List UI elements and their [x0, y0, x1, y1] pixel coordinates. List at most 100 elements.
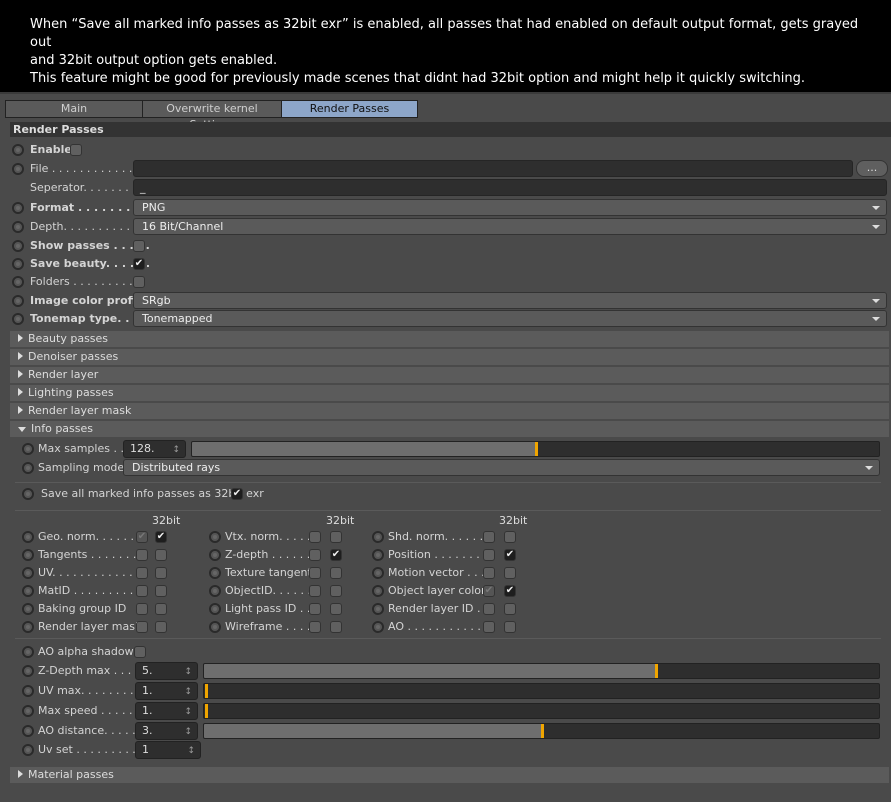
baking-group-id-32bit-checkbox[interactable] — [155, 603, 167, 615]
ao-checkbox[interactable] — [483, 621, 495, 633]
show-passes-checkbox[interactable] — [133, 240, 145, 252]
position-checkbox[interactable] — [483, 549, 495, 561]
group-denoiser-passes[interactable]: Denoiser passes — [10, 349, 889, 365]
save-all-32bit-keyframe-radio[interactable] — [22, 488, 34, 500]
group-beauty-passes[interactable]: Beauty passes — [10, 331, 889, 347]
depth-keyframe-radio[interactable] — [12, 221, 24, 233]
max-samples-slider[interactable] — [191, 441, 880, 457]
zdepth-max-keyframe-radio[interactable] — [22, 665, 34, 677]
render-layer-id-checkbox[interactable] — [483, 603, 495, 615]
file-browse-button[interactable]: ... — [856, 160, 888, 177]
save-all-32bit-checkbox[interactable]: ✔ — [231, 488, 243, 500]
uv-keyframe-radio[interactable] — [22, 567, 34, 579]
enable-keyframe-radio[interactable] — [12, 144, 24, 156]
uv-max-slider[interactable] — [203, 683, 880, 699]
max-speed-slider[interactable] — [203, 703, 880, 719]
shd-norm-checkbox[interactable] — [483, 531, 495, 543]
tangents-32bit-checkbox[interactable] — [155, 549, 167, 561]
slider-handle[interactable] — [205, 684, 208, 698]
object-layer-color-keyframe-radio[interactable] — [372, 585, 384, 597]
vtx-norm-checkbox[interactable] — [309, 531, 321, 543]
wireframe-keyframe-radio[interactable] — [209, 621, 221, 633]
ao-keyframe-radio[interactable] — [372, 621, 384, 633]
wireframe-checkbox[interactable] — [309, 621, 321, 633]
slider-handle[interactable] — [205, 704, 208, 718]
render-layer-mask-keyframe-radio[interactable] — [22, 621, 34, 633]
geo-norm-32bit-checkbox[interactable]: ✔ — [155, 531, 167, 543]
matid-keyframe-radio[interactable] — [22, 585, 34, 597]
render-layer-id-32bit-checkbox[interactable] — [504, 603, 516, 615]
ao-distance-input[interactable]: 3. — [135, 722, 198, 740]
uv-max-input[interactable]: 1. — [135, 682, 198, 700]
uv-max-keyframe-radio[interactable] — [22, 685, 34, 697]
texture-tangent-keyframe-radio[interactable] — [209, 567, 221, 579]
tab-render-passes[interactable]: Render Passes — [281, 100, 418, 118]
zdepth-max-input[interactable]: 5. — [135, 662, 198, 680]
position-32bit-checkbox[interactable]: ✔ — [504, 549, 516, 561]
objectid-keyframe-radio[interactable] — [209, 585, 221, 597]
geo-norm-keyframe-radio[interactable] — [22, 531, 34, 543]
folders-keyframe-radio[interactable] — [12, 276, 24, 288]
motion-vector-32bit-checkbox[interactable] — [504, 567, 516, 579]
motion-vector-checkbox[interactable] — [483, 567, 495, 579]
enable-checkbox[interactable] — [70, 144, 82, 156]
max-samples-keyframe-radio[interactable] — [22, 443, 34, 455]
zdepth-max-slider[interactable] — [203, 663, 880, 679]
save-beauty-keyframe-radio[interactable] — [12, 258, 24, 270]
baking-group-id-keyframe-radio[interactable] — [22, 603, 34, 615]
object-layer-color-32bit-checkbox[interactable]: ✔ — [504, 585, 516, 597]
ao-distance-keyframe-radio[interactable] — [22, 725, 34, 737]
ao-32bit-checkbox[interactable] — [504, 621, 516, 633]
shd-norm-32bit-checkbox[interactable] — [504, 531, 516, 543]
folders-checkbox[interactable] — [133, 276, 145, 288]
z-depth-checkbox[interactable] — [309, 549, 321, 561]
image-color-profile-keyframe-radio[interactable] — [12, 295, 24, 307]
group-lighting-passes[interactable]: Lighting passes — [10, 385, 889, 401]
light-pass-id-32bit-checkbox[interactable] — [330, 603, 342, 615]
group-render-layer-mask[interactable]: Render layer mask — [10, 403, 889, 419]
ao-alpha-shadow-checkbox[interactable] — [134, 646, 146, 658]
image-color-profile-dropdown[interactable]: SRgb — [133, 292, 887, 309]
tonemap-type-dropdown[interactable]: Tonemapped — [133, 310, 887, 327]
slider-handle[interactable] — [540, 724, 544, 738]
ao-distance-slider[interactable] — [203, 723, 880, 739]
uv-32bit-checkbox[interactable] — [155, 567, 167, 579]
file-input[interactable] — [133, 160, 853, 177]
matid-32bit-checkbox[interactable] — [155, 585, 167, 597]
matid-checkbox[interactable] — [136, 585, 148, 597]
objectid-32bit-checkbox[interactable] — [330, 585, 342, 597]
file-keyframe-radio[interactable] — [12, 163, 24, 175]
motion-vector-keyframe-radio[interactable] — [372, 567, 384, 579]
shd-norm-keyframe-radio[interactable] — [372, 531, 384, 543]
vtx-norm-32bit-checkbox[interactable] — [330, 531, 342, 543]
light-pass-id-checkbox[interactable] — [309, 603, 321, 615]
z-depth-keyframe-radio[interactable] — [209, 549, 221, 561]
tangents-checkbox[interactable] — [136, 549, 148, 561]
tab-overwrite-kernel-settings[interactable]: Overwrite kernel Settings — [142, 100, 282, 131]
depth-dropdown[interactable]: 16 Bit/Channel — [133, 218, 887, 235]
save-beauty-checkbox[interactable]: ✔ — [133, 258, 145, 270]
sampling-mode-keyframe-radio[interactable] — [22, 462, 34, 474]
uv-set-keyframe-radio[interactable] — [22, 744, 34, 756]
group-render-layer[interactable]: Render layer — [10, 367, 889, 383]
z-depth-32bit-checkbox[interactable]: ✔ — [330, 549, 342, 561]
position-keyframe-radio[interactable] — [372, 549, 384, 561]
tab-main[interactable]: Main — [5, 100, 143, 118]
uv-checkbox[interactable] — [136, 567, 148, 579]
max-speed-keyframe-radio[interactable] — [22, 705, 34, 717]
texture-tangent-32bit-checkbox[interactable] — [330, 567, 342, 579]
separator-input[interactable]: _ — [133, 179, 887, 196]
format-keyframe-radio[interactable] — [12, 202, 24, 214]
max-speed-input[interactable]: 1. — [135, 702, 198, 720]
geo-norm-checkbox[interactable]: ✔ — [136, 531, 148, 543]
object-layer-color-checkbox[interactable]: ✔ — [483, 585, 495, 597]
group-info-passes[interactable]: Info passes — [10, 421, 889, 437]
max-samples-input[interactable]: 128. — [123, 440, 186, 458]
show-passes-keyframe-radio[interactable] — [12, 240, 24, 252]
texture-tangent-checkbox[interactable] — [309, 567, 321, 579]
format-dropdown[interactable]: PNG — [133, 199, 887, 216]
ao-alpha-shadow-keyframe-radio[interactable] — [22, 646, 34, 658]
vtx-norm-keyframe-radio[interactable] — [209, 531, 221, 543]
uv-set-input[interactable]: 1 — [135, 741, 201, 759]
render-layer-mask-checkbox[interactable] — [136, 621, 148, 633]
